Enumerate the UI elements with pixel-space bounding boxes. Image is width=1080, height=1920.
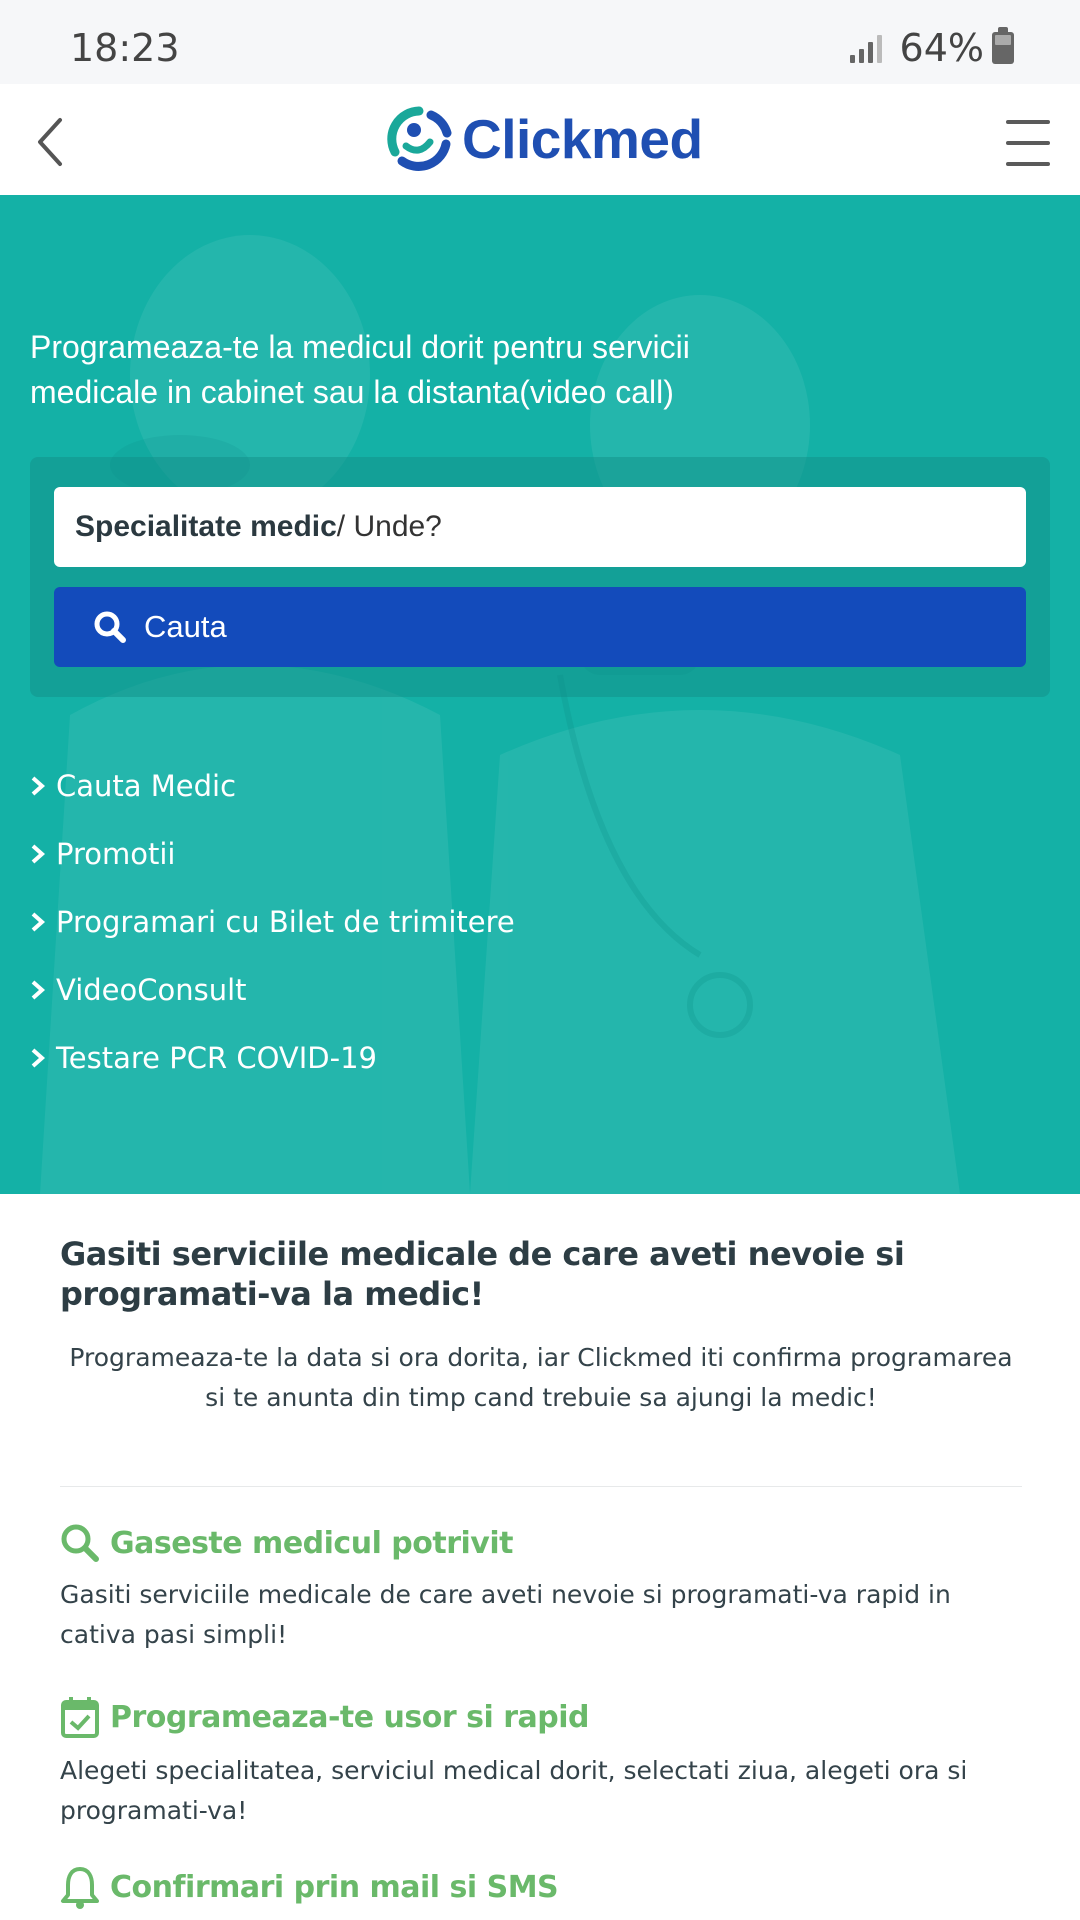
link-bilet-trimitere[interactable]: Programari cu Bilet de trimitere — [30, 888, 515, 956]
logo-mark-icon — [387, 106, 452, 171]
search-button[interactable]: Cauta — [54, 587, 1026, 667]
feature-title: Confirmari prin mail si SMS — [110, 1869, 559, 1905]
feature-text: Alegeti specialitatea, serviciul medical… — [60, 1756, 968, 1825]
chevron-right-icon — [31, 980, 46, 1000]
link-videoconsult[interactable]: VideoConsult — [30, 956, 515, 1024]
main-content: Gasiti serviciile medicale de care aveti… — [60, 1234, 1022, 1909]
logo-text: Clickmed — [462, 108, 703, 170]
search-icon — [61, 1524, 99, 1562]
hero-tagline: Programeaza-te la medicul dorit pentru s… — [30, 329, 690, 410]
feature-title: Programeaza-te usor si rapid — [110, 1699, 589, 1735]
calendar-check-icon — [61, 1697, 99, 1738]
status-indicators: 64% — [849, 26, 1014, 70]
battery-percent: 64% — [899, 26, 984, 70]
search-icon — [94, 611, 126, 643]
chevron-right-icon — [31, 1048, 46, 1068]
feature-text: Gasiti serviciile medicale de care aveti… — [60, 1580, 951, 1649]
signal-icon — [849, 33, 886, 63]
link-testare-pcr[interactable]: Testare PCR COVID-19 — [30, 1024, 515, 1092]
bell-icon — [61, 1867, 99, 1909]
feature-find-doctor: Gaseste medicul potrivit Gasiti servicii… — [60, 1523, 1022, 1655]
link-cauta-medic[interactable]: Cauta Medic — [30, 752, 515, 820]
back-button[interactable] — [28, 114, 78, 170]
feature-easy-booking: Programeaza-te usor si rapid Alegeti spe… — [60, 1695, 1022, 1831]
specialty-location-input[interactable]: Specialitate medic / Unde? — [54, 487, 1026, 567]
intro-title: Gasiti serviciile medicale de care aveti… — [60, 1235, 905, 1313]
link-promotii[interactable]: Promotii — [30, 820, 515, 888]
feature-title: Gaseste medicul potrivit — [110, 1525, 513, 1561]
quick-links: Cauta Medic Promotii Programari cu Bilet… — [30, 752, 515, 1092]
menu-button[interactable] — [1006, 120, 1050, 166]
hero-banner: Programeaza-te la medicul dorit pentru s… — [0, 195, 1080, 1194]
search-panel: Specialitate medic / Unde? Cauta — [30, 457, 1050, 697]
intro-subtitle: Programeaza-te la data si ora dorita, ia… — [69, 1343, 1013, 1412]
chevron-left-icon — [38, 118, 62, 166]
status-bar: 18:23 64% — [0, 0, 1080, 84]
chevron-right-icon — [31, 912, 46, 932]
battery-icon — [992, 27, 1014, 64]
feature-confirmations: Confirmari prin mail si SMS — [60, 1865, 1022, 1909]
clickmed-logo[interactable]: Clickmed — [386, 106, 703, 172]
search-button-label: Cauta — [144, 609, 227, 644]
app-header: Clickmed — [0, 84, 1080, 195]
chevron-right-icon — [31, 844, 46, 864]
divider — [60, 1486, 1022, 1487]
chevron-right-icon — [31, 776, 46, 796]
hamburger-icon — [1006, 120, 1050, 124]
status-time: 18:23 — [70, 26, 180, 70]
